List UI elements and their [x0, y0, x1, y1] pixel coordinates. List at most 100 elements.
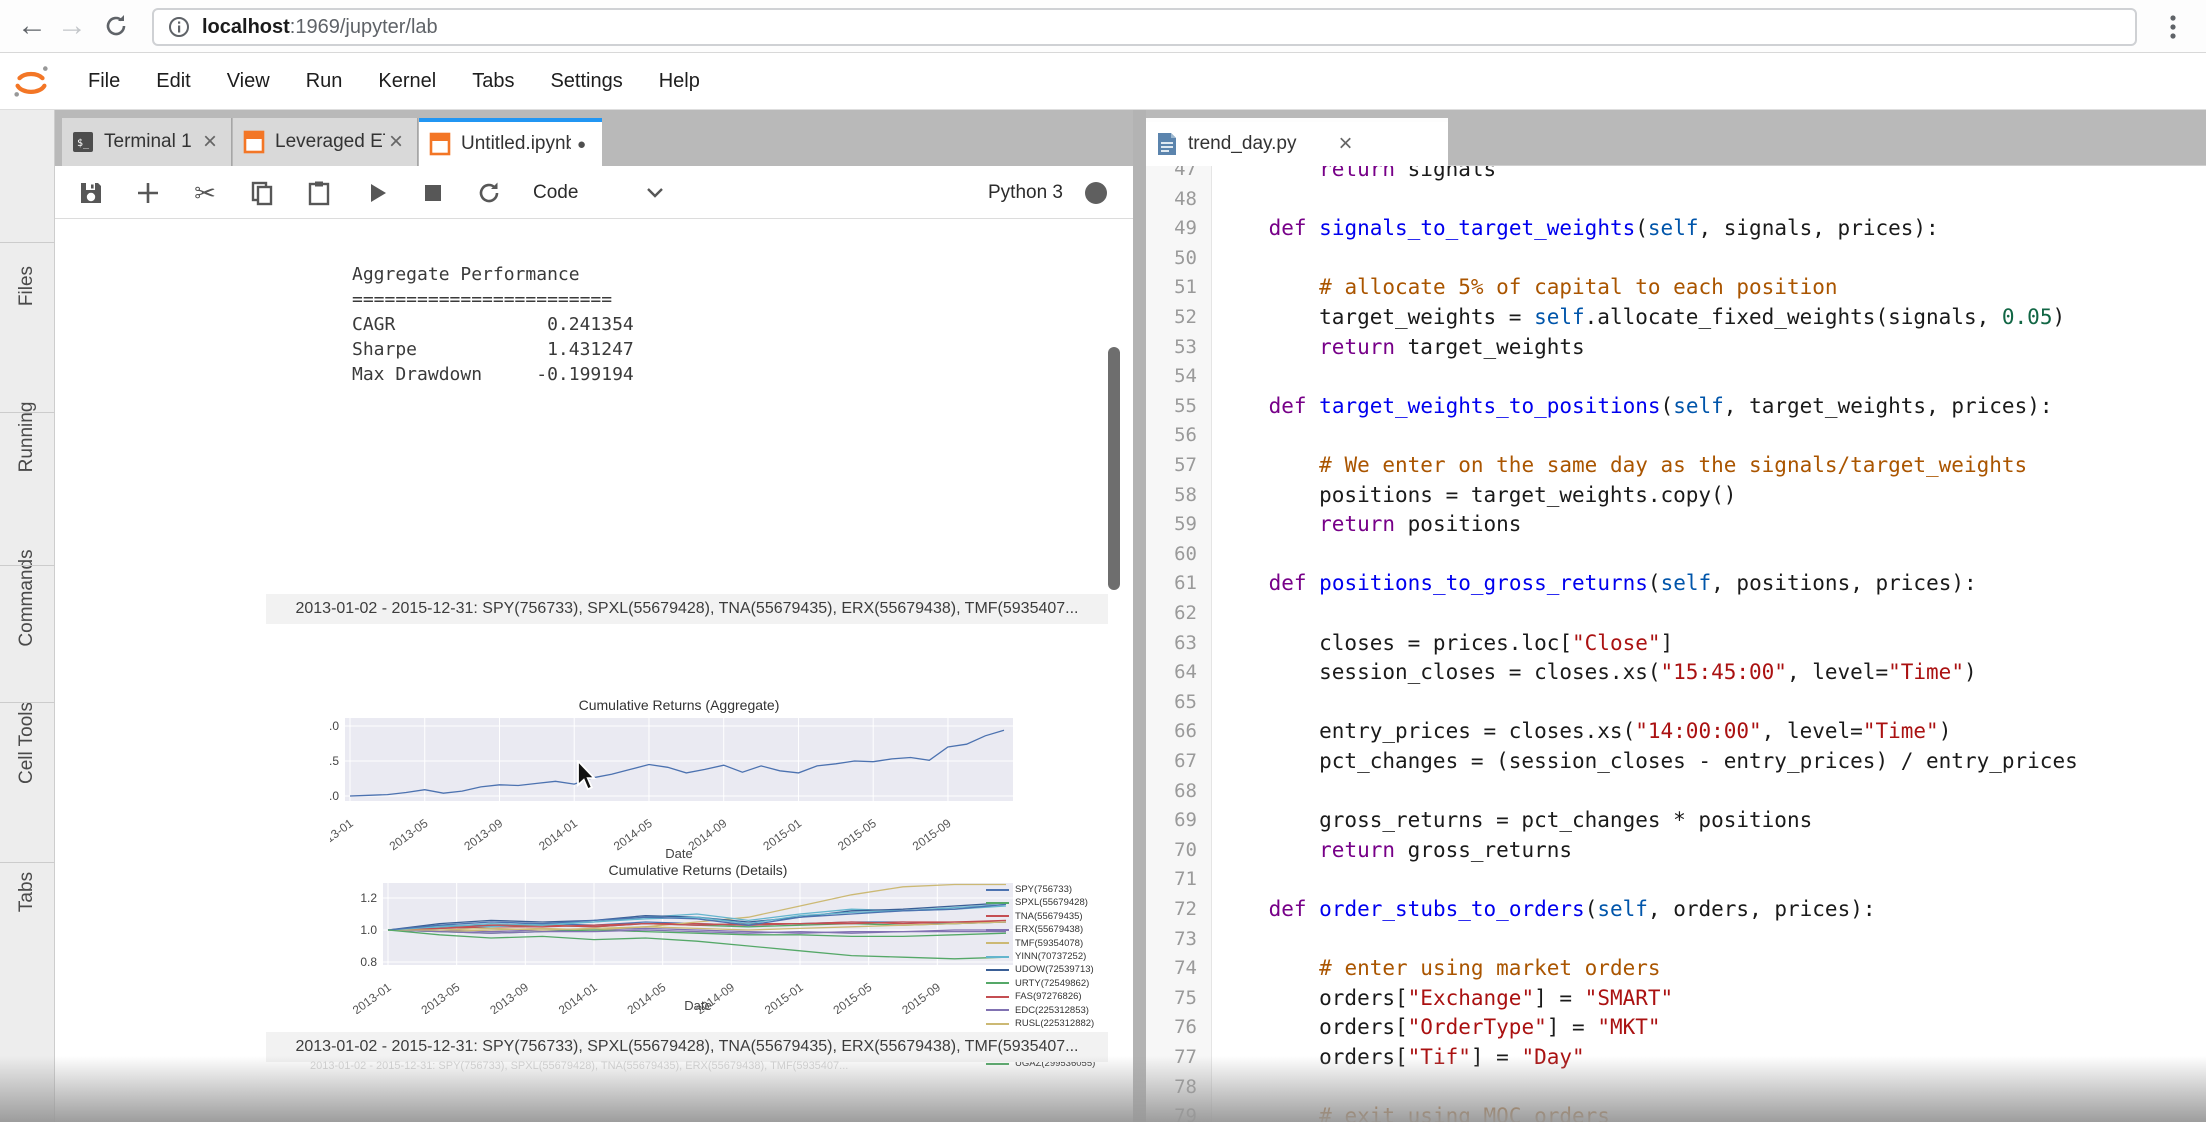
- code-line[interactable]: 62: [1146, 598, 2206, 628]
- code-line[interactable]: 70 return gross_returns: [1146, 835, 2206, 865]
- page-info-icon[interactable]: [168, 16, 190, 38]
- menu-item-help[interactable]: Help: [641, 53, 718, 109]
- code-line[interactable]: 50: [1146, 243, 2206, 273]
- code-line[interactable]: 64 session_closes = closes.xs("15:45:00"…: [1146, 657, 2206, 687]
- code-line[interactable]: 57 # We enter on the same day as the sig…: [1146, 450, 2206, 480]
- line-number: 71: [1146, 864, 1212, 894]
- menu-item-view[interactable]: View: [209, 53, 288, 109]
- code-line[interactable]: 53 return target_weights: [1146, 332, 2206, 362]
- menu-item-kernel[interactable]: Kernel: [360, 53, 454, 109]
- code-line[interactable]: 78: [1146, 1072, 2206, 1102]
- tab-leveraged-etf[interactable]: Leveraged ETF×: [233, 118, 418, 166]
- code-line[interactable]: 54: [1146, 361, 2206, 391]
- code-line[interactable]: 75 orders["Exchange"] = "SMART": [1146, 983, 2206, 1013]
- add-cell-button[interactable]: [130, 175, 166, 211]
- dirty-indicator-icon: ●: [571, 136, 592, 153]
- tab-trend-day-py[interactable]: trend_day.py ×: [1146, 118, 1448, 166]
- line-number: 78: [1146, 1072, 1212, 1102]
- svg-text:2013-09: 2013-09: [461, 816, 505, 853]
- code-line[interactable]: 69 gross_returns = pct_changes * positio…: [1146, 805, 2206, 835]
- restart-kernel-button[interactable]: [471, 175, 507, 211]
- code-line[interactable]: 56: [1146, 420, 2206, 450]
- code-line[interactable]: 76 orders["OrderType"] = "MKT": [1146, 1012, 2206, 1042]
- browser-menu-button[interactable]: [2158, 10, 2188, 44]
- menu-item-file[interactable]: File: [70, 53, 138, 109]
- line-number: 49: [1146, 213, 1212, 243]
- code-line[interactable]: 66 entry_prices = closes.xs("14:00:00", …: [1146, 716, 2206, 746]
- notebook-scrollbar-thumb[interactable]: [1108, 347, 1120, 590]
- code-line[interactable]: 60: [1146, 539, 2206, 569]
- tab-label: Leveraged ETF: [275, 131, 385, 153]
- browser-back-button[interactable]: ←: [12, 6, 52, 46]
- legend-entry: SPY(756733): [986, 883, 1096, 896]
- close-tab-button[interactable]: ×: [1334, 130, 1356, 158]
- code-line[interactable]: 58 positions = target_weights.copy(): [1146, 480, 2206, 510]
- copy-cells-button[interactable]: [244, 175, 280, 211]
- sidebar-item-commands[interactable]: Commands: [16, 549, 38, 646]
- tab-terminal-1[interactable]: $_Terminal 1×: [62, 118, 232, 166]
- menu-item-tabs[interactable]: Tabs: [454, 53, 532, 109]
- stop-kernel-button[interactable]: [415, 175, 451, 211]
- menu-item-settings[interactable]: Settings: [532, 53, 640, 109]
- code-text: orders["OrderType"] = "MKT": [1212, 1012, 1661, 1042]
- sidebar-item-cell-tools[interactable]: Cell Tools: [16, 702, 38, 784]
- code-line[interactable]: 51 # allocate 5% of capital to each posi…: [1146, 272, 2206, 302]
- code-line[interactable]: 74 # enter using market orders: [1146, 953, 2206, 983]
- cumulative-returns-aggregate-chart: 1.01.52.02013-012013-052013-092014-01201…: [330, 696, 1030, 864]
- close-tab-button[interactable]: ×: [385, 128, 407, 156]
- kernel-name[interactable]: Python 3: [988, 182, 1063, 204]
- save-button[interactable]: [73, 175, 109, 211]
- menu-item-run[interactable]: Run: [288, 53, 361, 109]
- sidebar-item-files[interactable]: Files: [16, 266, 38, 306]
- line-number: 52: [1146, 302, 1212, 332]
- code-line[interactable]: 52 target_weights = self.allocate_fixed_…: [1146, 302, 2206, 332]
- svg-text:1.5: 1.5: [330, 754, 339, 768]
- code-line[interactable]: 73: [1146, 924, 2206, 954]
- svg-text:2015-09: 2015-09: [899, 980, 943, 1014]
- code-line[interactable]: 61 def positions_to_gross_returns(self, …: [1146, 568, 2206, 598]
- cell-type-dropdown-arrow[interactable]: [637, 175, 673, 211]
- kernel-status-icon: [1085, 182, 1107, 204]
- legend-label: SPY(756733): [1015, 883, 1072, 896]
- menu-item-edit[interactable]: Edit: [138, 53, 208, 109]
- code-line[interactable]: 55 def target_weights_to_positions(self,…: [1146, 391, 2206, 421]
- code-line[interactable]: 59 return positions: [1146, 509, 2206, 539]
- notebook-icon: [243, 130, 265, 154]
- cut-cells-button[interactable]: ✂: [187, 175, 223, 211]
- code-line[interactable]: 63 closes = prices.loc["Close"]: [1146, 628, 2206, 658]
- sidebar-item-tabs[interactable]: Tabs: [16, 872, 38, 912]
- code-line[interactable]: 79 # exit using MOC orders: [1146, 1101, 2206, 1122]
- code-line[interactable]: 48: [1146, 184, 2206, 214]
- browser-refresh-button[interactable]: [96, 6, 136, 46]
- sidebar-divider: [0, 412, 55, 413]
- aggregate-performance-output: Aggregate Performance ==================…: [352, 262, 634, 387]
- close-tab-button[interactable]: ×: [199, 128, 221, 156]
- paste-icon: [306, 180, 332, 206]
- code-line[interactable]: 68: [1146, 776, 2206, 806]
- line-number: 69: [1146, 805, 1212, 835]
- code-line[interactable]: 77 orders["Tif"] = "Day": [1146, 1042, 2206, 1072]
- code-line[interactable]: 49 def signals_to_target_weights(self, s…: [1146, 213, 2206, 243]
- url-path: :1969/jupyter/lab: [290, 16, 438, 39]
- code-line[interactable]: 65: [1146, 687, 2206, 717]
- line-number: 51: [1146, 272, 1212, 302]
- tab-untitled-ipynb[interactable]: Untitled.ipynb●: [419, 118, 602, 166]
- cell-type-dropdown[interactable]: Code: [533, 175, 578, 211]
- paste-cells-button[interactable]: [301, 175, 337, 211]
- code-text: [1212, 243, 1218, 273]
- browser-forward-button[interactable]: →: [52, 6, 92, 46]
- dock-splitter[interactable]: [1133, 110, 1146, 1122]
- code-line[interactable]: 71: [1146, 864, 2206, 894]
- code-line[interactable]: 72 def order_stubs_to_orders(self, order…: [1146, 894, 2206, 924]
- code-line[interactable]: 67 pct_changes = (session_closes - entry…: [1146, 746, 2206, 776]
- code-text: def signals_to_target_weights(self, sign…: [1212, 213, 1939, 243]
- line-number: 62: [1146, 598, 1212, 628]
- legend-entry: TMF(59354078): [986, 937, 1096, 950]
- run-cell-button[interactable]: [359, 175, 395, 211]
- address-bar[interactable]: localhost:1969/jupyter/lab: [152, 8, 2137, 46]
- jupyter-logo-icon: [10, 60, 52, 102]
- code-line[interactable]: 47 return signals: [1146, 166, 2206, 184]
- svg-text:2014-05: 2014-05: [625, 980, 669, 1014]
- svg-text:2014-01: 2014-01: [536, 816, 580, 853]
- code-editor[interactable]: 47 return signals4849 def signals_to_tar…: [1146, 166, 2206, 1122]
